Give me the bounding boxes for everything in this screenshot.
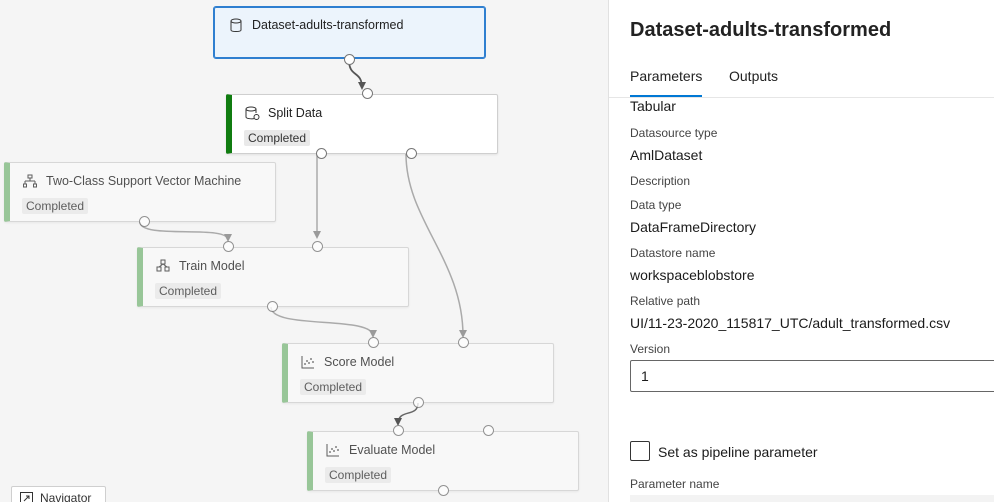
navigator-label: Navigator	[40, 491, 92, 502]
status-badge: Completed	[155, 283, 222, 299]
datastore-name-label: Datastore name	[630, 246, 716, 260]
datasource-type-label: Datasource type	[630, 126, 718, 140]
database-icon	[228, 17, 244, 33]
pipeline-parameter-label: Set as pipeline parameter	[658, 444, 818, 460]
node-title: Train Model	[179, 259, 245, 273]
description-label: Description	[630, 174, 691, 188]
version-label: Version	[630, 342, 671, 356]
parameter-name-label: Parameter name	[630, 477, 720, 491]
output-port[interactable]	[139, 216, 150, 227]
hierarchy-icon	[22, 173, 38, 189]
pipeline-parameter-checkbox[interactable]	[630, 441, 650, 461]
navigator-button[interactable]: Navigator	[11, 486, 106, 502]
split-data-icon	[244, 105, 260, 121]
datasource-type-value: AmlDataset	[630, 147, 703, 163]
status-badge: Completed	[325, 467, 392, 483]
output-port[interactable]	[344, 54, 355, 65]
edge-train-score	[270, 306, 377, 338]
parameter-name-input[interactable]	[630, 495, 994, 502]
pipeline-canvas[interactable]: Dataset-adults-transformed Split Data Co…	[0, 0, 608, 502]
output-port[interactable]	[413, 397, 424, 408]
node-score-model[interactable]: Score Model Completed	[282, 337, 554, 408]
data-type-label: Data type	[630, 198, 682, 212]
properties-panel: Dataset-adults-transformed Parameters Ou…	[608, 0, 994, 502]
datastore-name-value: workspaceblobstore	[630, 267, 755, 283]
input-port-2[interactable]	[312, 241, 323, 252]
relative-path-value: UI/11-23-2020_115817_UTC/adult_transform…	[630, 315, 951, 331]
relative-path-label: Relative path	[630, 294, 701, 308]
data-type-value: DataFrameDirectory	[630, 219, 757, 235]
train-model-icon	[155, 258, 171, 274]
node-train-model[interactable]: Train Model Completed	[137, 241, 409, 312]
input-port-1[interactable]	[368, 337, 379, 348]
input-port-1[interactable]	[393, 425, 404, 436]
node-split-data[interactable]: Split Data Completed	[226, 88, 498, 159]
node-title: Score Model	[324, 355, 395, 369]
edge-svm-train	[139, 221, 232, 242]
input-port-2[interactable]	[458, 337, 469, 348]
scatter-icon	[325, 442, 341, 458]
output-port[interactable]	[267, 301, 278, 312]
node-title: Split Data	[268, 106, 323, 120]
input-port[interactable]	[362, 88, 373, 99]
status-badge: Completed	[22, 198, 89, 214]
type-value: Tabular	[630, 98, 676, 114]
status-badge: Completed	[244, 130, 311, 146]
node-two-class-svm[interactable]: Two-Class Support Vector Machine Complet…	[4, 162, 276, 227]
node-dataset-adults-transformed[interactable]: Dataset-adults-transformed	[213, 6, 486, 65]
status-badge: Completed	[300, 379, 367, 395]
scatter-icon	[300, 354, 316, 370]
output-port-1[interactable]	[316, 148, 327, 159]
input-port-1[interactable]	[223, 241, 234, 252]
node-evaluate-model[interactable]: Evaluate Model Completed	[307, 425, 579, 496]
node-title: Two-Class Support Vector Machine	[46, 174, 242, 188]
version-input[interactable]	[630, 360, 994, 392]
output-port[interactable]	[438, 485, 449, 496]
input-port-2[interactable]	[483, 425, 494, 436]
node-title: Dataset-adults-transformed	[252, 18, 404, 32]
tab-outputs[interactable]: Outputs	[729, 68, 778, 98]
panel-title: Dataset-adults-transformed	[630, 19, 892, 41]
node-title: Evaluate Model	[349, 443, 436, 457]
output-port-2[interactable]	[406, 148, 417, 159]
expand-icon	[20, 491, 33, 502]
tab-parameters[interactable]: Parameters	[630, 68, 703, 98]
edge-split-score	[405, 153, 467, 338]
